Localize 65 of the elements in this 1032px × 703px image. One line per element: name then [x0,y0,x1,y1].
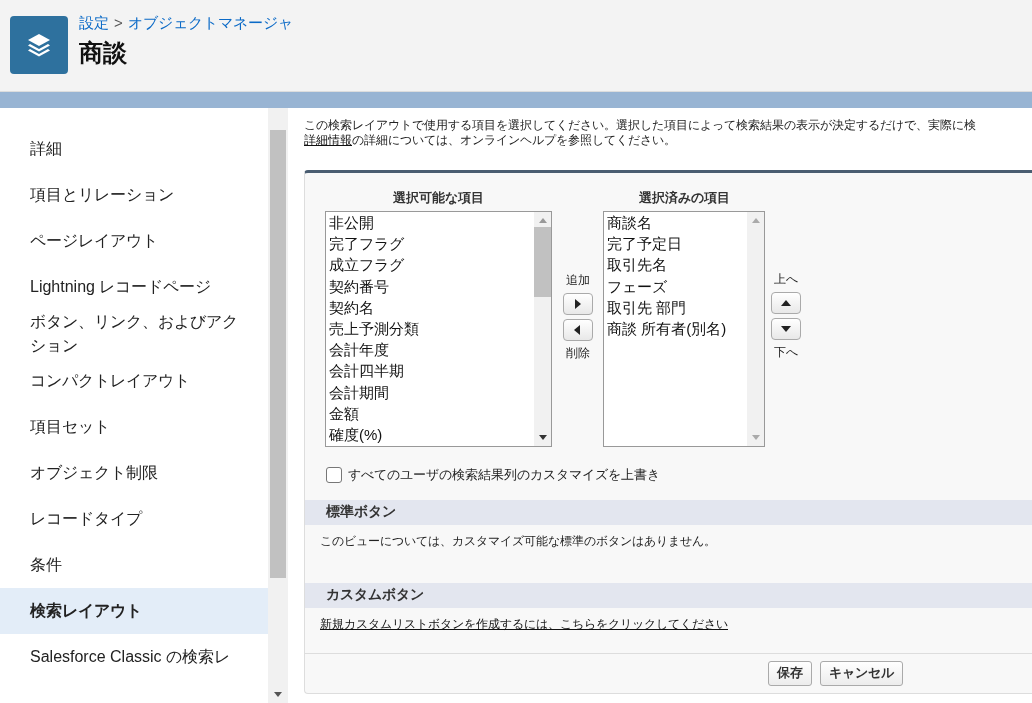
list-option[interactable]: 会計年度 [329,339,531,361]
list-option[interactable]: 確度(%) [329,424,531,446]
sidebar-item[interactable]: オブジェクト制限 [0,450,268,496]
section-text: このビューについては、カスタマイズ可能な標準のボタンはありません。 [319,533,717,550]
sidebar-item[interactable]: Lightning レコードページ [0,264,268,310]
list-option[interactable]: 完了フラグ [329,233,531,255]
form-button[interactable]: 保存 [768,661,812,686]
scroll-down-icon[interactable] [274,692,282,697]
add-label: 追加 [565,272,590,289]
remove-label: 削除 [565,345,590,362]
up-triangle-icon [781,300,791,306]
list-option[interactable]: 商談 所有者(別名) [607,318,744,340]
list-heading: 選択済みの項目 [638,189,730,207]
up-label: 上へ [774,271,798,288]
list-option[interactable]: 会計四半期 [329,360,531,382]
sidebar-item[interactable]: 項目セット [0,404,268,450]
add-button[interactable] [562,293,593,315]
list-option[interactable]: 非公開 [329,212,531,234]
sidebar-item[interactable]: ページレイアウト [0,218,268,264]
selected-fields-list[interactable]: 商談名 完了予定日 取引先名 フェーズ 取引先 部門 商談 所有者(別名) [603,211,765,447]
sidebar-item[interactable]: 条件 [0,542,268,588]
list-option[interactable]: フェーズ [607,275,744,297]
page-title: 商談 [79,38,128,68]
list-option[interactable]: 会計期間 [329,381,531,403]
list-option[interactable]: 取引先 部門 [607,296,744,318]
section-header: 標準ボタン [305,500,1032,525]
right-triangle-icon [574,299,581,309]
list-option[interactable]: 成立フラグ [329,254,531,276]
override-checkbox[interactable] [326,467,342,483]
sidebar-scrollbar[interactable] [268,108,288,703]
left-triangle-icon [574,325,581,335]
remove-button[interactable] [562,319,593,341]
intro-text: この検索レイアウトで使用する項目を選択してください。選択した項目によって検索結果の表示が決定するだけで、実際に検 詳細情報の詳細については、オンラインヘルプを参照してください。 [304,118,977,148]
scroll-down-icon[interactable] [538,435,547,440]
section-header: カスタムボタン [305,583,1032,608]
list-option[interactable]: 商談名 [607,212,744,234]
list-heading: 選択可能な項目 [393,189,484,207]
breadcrumb-link[interactable]: オブジェクトマネージャ [127,14,293,33]
sidebar-item[interactable]: 詳細 [0,126,268,172]
move-up-button[interactable] [771,292,801,314]
list-option[interactable]: 取引先名 [607,254,744,276]
sidebar-item[interactable]: レコードタイプ [0,496,268,542]
form-button[interactable]: キャンセル [820,661,903,686]
down-label: 下へ [774,344,798,361]
breadcrumb-link[interactable]: 設定 [79,14,109,33]
create-button-link[interactable]: 新規カスタムリストボタンを作成するには、こちらをクリックしてください [320,617,728,631]
list-option[interactable]: 契約名 [329,296,531,318]
move-down-button[interactable] [771,318,801,340]
list-option[interactable]: 売上予測分類 [329,318,531,340]
list-option[interactable]: 金額 [329,402,531,425]
sidebar-item[interactable]: 項目とリレーション [0,172,268,218]
sidebar-item[interactable]: Salesforce Classic の検索レ [0,634,268,680]
object-icon [10,15,68,74]
breadcrumb-separator: > [114,14,123,33]
list-option[interactable]: 契約番号 [329,275,531,297]
sidebar-item[interactable]: 検索レイアウト [0,588,268,634]
sidebar-item[interactable]: ボタン、リンク、およびアクション [0,310,268,358]
down-triangle-icon [781,326,791,332]
sidebar-item[interactable]: コンパクトレイアウト [0,358,268,404]
checkbox-label: すべてのユーザの検索結果列のカスタマイズを上書き [348,466,660,484]
list-scrollbar[interactable] [534,212,551,446]
available-fields-list[interactable]: 非公開 完了フラグ 成立フラグ 契約番号 契約名 売上予測分類 会計年度 会計四半期 会計期間 金額 確度(%) [325,211,552,447]
scroll-up-icon[interactable] [538,218,547,223]
more-info-link[interactable]: 詳細情報 [304,133,352,147]
list-option[interactable]: 完了予定日 [607,233,744,255]
